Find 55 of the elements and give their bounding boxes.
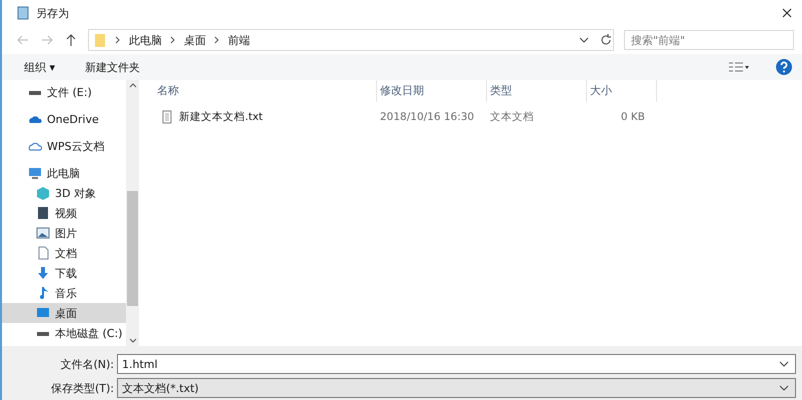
filename-field[interactable]: 1.html bbox=[117, 354, 796, 374]
chevron-down-icon bbox=[128, 338, 136, 344]
refresh-icon bbox=[599, 33, 613, 47]
table-cell-text: 2018/10/16 16:30 bbox=[379, 111, 476, 123]
close-icon bbox=[780, 6, 794, 20]
scrollbar[interactable] bbox=[126, 80, 139, 346]
monitor-icon bbox=[28, 166, 42, 180]
file-type-label: 保存类型(T): bbox=[50, 380, 115, 396]
new-folder-button[interactable]: 新建文件夹 bbox=[83, 58, 142, 76]
sidebar-item[interactable]: 下载 bbox=[2, 263, 126, 283]
filename-label: 文件名(N): bbox=[59, 356, 115, 372]
window-icon bbox=[16, 6, 30, 20]
view-list-icon bbox=[728, 60, 750, 74]
table-cell-text: 文本文档 bbox=[489, 110, 535, 124]
chevron-right-icon bbox=[115, 36, 121, 44]
breadcrumb[interactable]: 此电脑 bbox=[129, 32, 162, 48]
breadcrumb[interactable]: 桌面 bbox=[184, 32, 206, 48]
back-arrow-icon bbox=[16, 33, 30, 47]
sidebar-item[interactable]: 此电脑 bbox=[2, 163, 126, 183]
cube-icon bbox=[36, 186, 50, 200]
file-type-dropdown[interactable]: 文本文档(*.txt) bbox=[117, 378, 796, 398]
sidebar-item[interactable]: 文档 bbox=[2, 243, 126, 263]
address-bar[interactable]: 此电脑 桌面 前端 bbox=[88, 29, 614, 51]
sidebar-item[interactable]: 图片 bbox=[2, 223, 126, 243]
table-cell-text: 0 KB bbox=[620, 111, 646, 123]
breadcrumb[interactable]: 前端 bbox=[228, 32, 250, 48]
sidebar-item[interactable]: WPS云文档 bbox=[2, 136, 126, 156]
sidebar-item[interactable]: OneDrive bbox=[2, 109, 126, 129]
monitor-icon bbox=[36, 306, 50, 320]
forward-arrow-icon bbox=[40, 33, 54, 47]
down-arrow-icon bbox=[36, 266, 50, 280]
column-header[interactable]: 大小 bbox=[587, 80, 657, 102]
organize-button[interactable]: 组织 ▾ bbox=[22, 58, 58, 76]
chevron-right-icon bbox=[170, 36, 176, 44]
window-title: 另存为 bbox=[36, 6, 70, 20]
file-row[interactable]: 新建文本文档.txt 2018/10/16 16:30 文本文档 0 KB bbox=[157, 106, 802, 128]
chevron-right-icon bbox=[214, 36, 220, 44]
help-icon[interactable] bbox=[776, 59, 792, 75]
column-header[interactable]: 修改日期 bbox=[377, 80, 487, 102]
up-arrow-icon bbox=[64, 33, 78, 47]
document-icon bbox=[36, 246, 50, 260]
sidebar-item[interactable]: 桌面 bbox=[2, 303, 126, 323]
sidebar-item[interactable]: 音乐 bbox=[2, 283, 126, 303]
folder-icon bbox=[93, 33, 107, 47]
sidebar-item[interactable]: 本地磁盘 (C:) bbox=[2, 323, 126, 343]
column-header[interactable]: 类型 bbox=[487, 80, 587, 102]
text-file-icon bbox=[160, 110, 174, 124]
column-header[interactable]: 名称 bbox=[157, 80, 377, 102]
chevron-up-icon bbox=[128, 82, 136, 88]
sidebar-item[interactable]: 3D 对象 bbox=[2, 183, 126, 203]
image-icon bbox=[36, 226, 50, 240]
sidebar-item[interactable]: 视频 bbox=[2, 203, 126, 223]
sidebar-item[interactable]: 文件 (E:) bbox=[2, 82, 126, 102]
file-name: 新建文本文档.txt bbox=[179, 110, 263, 124]
search-field[interactable]: 搜索"前端" bbox=[624, 30, 794, 50]
